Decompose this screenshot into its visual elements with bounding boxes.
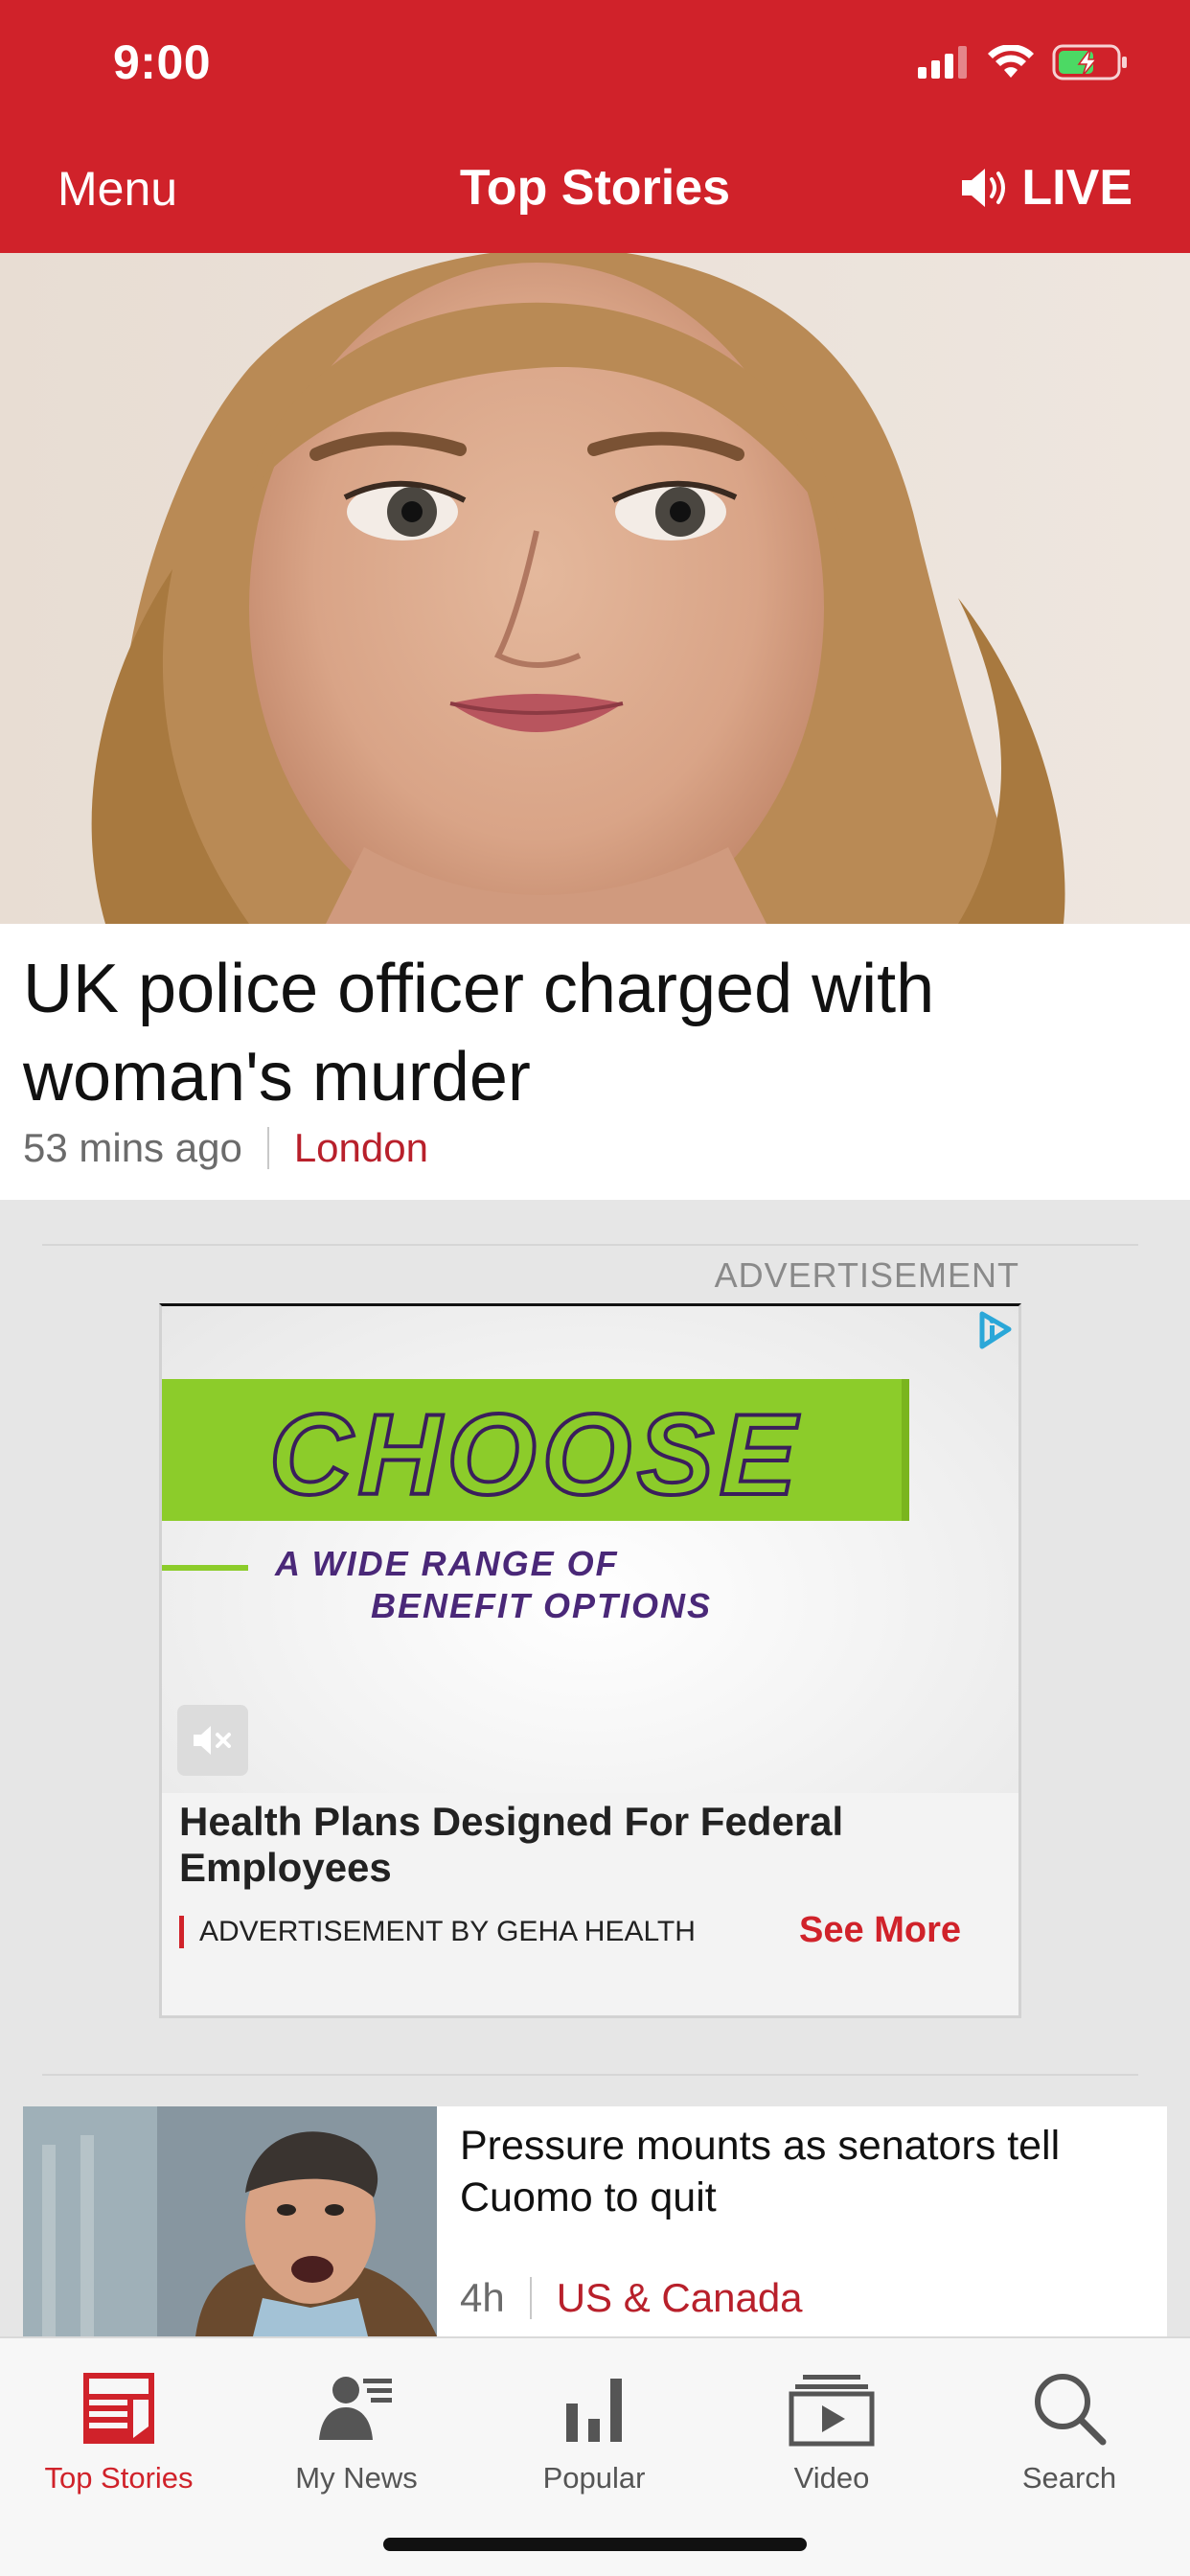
home-indicator[interactable] bbox=[383, 2538, 807, 2551]
speaker-icon bbox=[962, 169, 1006, 207]
advertisement-label: ADVERTISEMENT bbox=[714, 1255, 1019, 1295]
hero-story-image[interactable] bbox=[0, 253, 1190, 924]
see-more-button[interactable]: See More bbox=[799, 1910, 961, 1951]
hero-timestamp: 53 mins ago bbox=[23, 1125, 242, 1170]
search-icon bbox=[1035, 2374, 1107, 2446]
hero-topic-link[interactable]: London bbox=[294, 1125, 428, 1171]
adchoices-icon[interactable] bbox=[971, 1306, 1018, 1354]
video-icon bbox=[789, 2375, 875, 2447]
ad-body: Health Plans Designed For Federal Employ… bbox=[162, 1793, 1018, 2015]
tab-top-stories[interactable]: Top Stories bbox=[0, 2352, 238, 2505]
person-list-icon bbox=[319, 2377, 392, 2440]
ad-divider-bottom bbox=[42, 2074, 1138, 2076]
hero-photo-portrait bbox=[0, 253, 1190, 924]
story-thumbnail-photo bbox=[23, 2106, 437, 2336]
tab-label: Top Stories bbox=[44, 2461, 194, 2495]
live-button[interactable]: LIVE bbox=[960, 159, 1133, 217]
tab-video[interactable]: Video bbox=[713, 2352, 950, 2505]
status-icons bbox=[918, 44, 1129, 80]
ad-banner-sub-line1: A WIDE RANGE OF bbox=[275, 1544, 619, 1583]
tab-label: Video bbox=[793, 2461, 870, 2495]
meta-divider bbox=[529, 2277, 532, 2319]
app-header: 9:00 Menu Top Stories LIVE bbox=[0, 0, 1190, 253]
ad-sponsor: ADVERTISEMENT BY GEHA HEALTH bbox=[179, 1916, 696, 1948]
story-timestamp: 4h bbox=[460, 2275, 505, 2320]
mute-button[interactable] bbox=[177, 1705, 248, 1776]
hero-story-text[interactable]: UK police officer charged with woman's m… bbox=[0, 924, 1190, 1200]
status-time: 9:00 bbox=[113, 35, 212, 89]
tab-label: My News bbox=[295, 2461, 418, 2495]
story-topic-link[interactable]: US & Canada bbox=[557, 2275, 803, 2321]
ad-card[interactable]: CHOOSE A WIDE RANGE OF BENEFIT OPTIONS H… bbox=[159, 1303, 1021, 2018]
bar-chart-icon bbox=[566, 2379, 622, 2442]
ad-title[interactable]: Health Plans Designed For Federal Employ… bbox=[179, 1799, 984, 1891]
ad-video[interactable]: CHOOSE A WIDE RANGE OF BENEFIT OPTIONS bbox=[162, 1306, 1018, 1793]
battery-charging-icon bbox=[1052, 44, 1127, 80]
screen: 9:00 Menu Top Stories LIVE UK police off… bbox=[0, 0, 1190, 2576]
ad-divider-top bbox=[42, 1244, 1138, 1246]
hero-headline[interactable]: UK police officer charged with woman's m… bbox=[23, 945, 1154, 1121]
tab-label: Search bbox=[1021, 2461, 1117, 2495]
cellular-signal-icon bbox=[918, 46, 967, 79]
tab-search[interactable]: Search bbox=[950, 2352, 1188, 2505]
tab-my-news[interactable]: My News bbox=[238, 2352, 475, 2505]
ad-banner-sub-line2: BENEFIT OPTIONS bbox=[371, 1586, 713, 1625]
live-label: LIVE bbox=[1021, 160, 1133, 216]
wifi-icon bbox=[988, 45, 1034, 78]
muted-speaker-icon bbox=[194, 1726, 231, 1755]
story-thumbnail[interactable] bbox=[23, 2106, 437, 2336]
ad-green-dash bbox=[162, 1565, 248, 1571]
story-meta: 4h US & Canada bbox=[460, 2275, 803, 2321]
tab-label: Popular bbox=[542, 2461, 646, 2495]
tab-popular[interactable]: Popular bbox=[475, 2352, 713, 2505]
ad-banner-word: CHOOSE bbox=[267, 1389, 803, 1521]
meta-divider bbox=[266, 1127, 269, 1169]
hero-meta: 53 mins ago London bbox=[23, 1125, 428, 1171]
story-card[interactable]: Pressure mounts as senators tell Cuomo t… bbox=[23, 2106, 1167, 2336]
story-headline[interactable]: Pressure mounts as senators tell Cuomo t… bbox=[460, 2120, 1150, 2223]
newspaper-icon bbox=[83, 2373, 154, 2444]
